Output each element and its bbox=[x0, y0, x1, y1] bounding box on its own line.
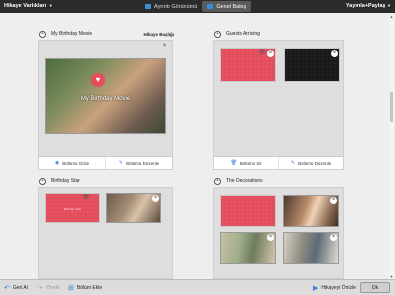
delete-chapter-label: Bölümü Sil bbox=[239, 160, 262, 166]
edit-chapter-label: Bölümü Düzenle bbox=[126, 160, 160, 166]
chapter-header: + The Decorations bbox=[214, 176, 345, 186]
add-icon[interactable]: + bbox=[214, 177, 221, 185]
media-thumbnail[interactable]: Birthday Star 👁 bbox=[45, 193, 100, 223]
media-thumbnail[interactable]: × bbox=[283, 232, 339, 264]
scroll-up-icon[interactable]: ▲ bbox=[389, 14, 394, 19]
add-chapter-label: Bölüm Ekle bbox=[76, 285, 103, 291]
tab-detail-view[interactable]: Ayrıntı Görünümü bbox=[140, 1, 202, 12]
play-icon: ▶ bbox=[313, 285, 319, 292]
chapter-header: + Birthday Star bbox=[39, 176, 174, 186]
chapter-header: + My Birthday Movie Hikaye Başlığı bbox=[39, 29, 174, 39]
ok-button[interactable]: Ok bbox=[360, 282, 390, 293]
pencil-icon: ✎ bbox=[118, 160, 124, 166]
chapter-card-guests-arriving: + Guests Arriving 👁 × × 🗑 Bölümü Sil ✎ B… bbox=[213, 30, 344, 170]
chapter-title: The Decorations bbox=[226, 178, 263, 184]
redo-label: Yinele bbox=[45, 285, 60, 291]
eye-icon: ◉ bbox=[54, 160, 60, 166]
delete-chapter-button[interactable]: 🗑 Bölümü Sil bbox=[214, 157, 279, 169]
undo-icon: ↶ bbox=[4, 285, 10, 292]
eye-icon[interactable]: 👁 bbox=[258, 50, 266, 56]
chapter-card-birthday-star: + Birthday Star Birthday Star 👁 × bbox=[38, 177, 173, 279]
story-assets-label: Hikaye Varlıkları bbox=[4, 3, 47, 9]
chapter-title: Birthday Star bbox=[51, 178, 80, 184]
chapter-actions: 🗑 Bölümü Sil ✎ Bölümü Düzenle bbox=[214, 156, 343, 169]
vertical-scrollbar[interactable]: ▲ ▼ bbox=[389, 14, 394, 279]
top-toolbar: Hikaye Varlıkları ▼ Ayrıntı Görünümü Gen… bbox=[0, 0, 395, 13]
heart-icon: ♥ bbox=[91, 73, 105, 87]
close-icon[interactable]: × bbox=[267, 234, 274, 241]
tab-overview-label: Genel Bakış bbox=[216, 3, 247, 10]
overview-icon bbox=[207, 4, 214, 9]
media-thumbnail[interactable]: 👁 × bbox=[220, 48, 276, 82]
add-icon[interactable]: + bbox=[39, 177, 46, 185]
story-title-label: Hikaye Başlığı bbox=[143, 31, 174, 37]
chapter-card-my-birthday-movie: + My Birthday Movie Hikaye Başlığı × ♥ M… bbox=[38, 30, 174, 170]
redo-button[interactable]: ↷ Yinele bbox=[37, 283, 60, 293]
chapter-header: + Guests Arriving bbox=[214, 29, 345, 39]
chapter-actions: ◉ Bölümü Gizle ✎ Bölümü Düzenle bbox=[39, 156, 172, 169]
close-icon[interactable]: × bbox=[152, 195, 159, 202]
preview-story-label: Hikayeyi Önizle bbox=[321, 285, 356, 291]
detail-view-icon bbox=[145, 4, 151, 9]
add-chapter-icon: ⊞ bbox=[68, 285, 74, 292]
edit-chapter-button[interactable]: ✎ Bölümü Düzenle bbox=[279, 157, 343, 169]
trash-icon: 🗑 bbox=[230, 160, 237, 166]
view-tabs: Ayrıntı Görünümü Genel Bakış bbox=[140, 1, 252, 12]
close-icon[interactable]: × bbox=[161, 43, 168, 50]
hide-chapter-label: Bölümü Gizle bbox=[62, 160, 90, 166]
tab-overview[interactable]: Genel Bakış bbox=[202, 1, 252, 12]
edit-chapter-label: Bölümü Düzenle bbox=[298, 160, 332, 166]
publish-share-label: Yayınla+Paylaş bbox=[345, 3, 386, 9]
tab-detail-view-label: Ayrıntı Görünümü bbox=[154, 3, 198, 10]
close-icon[interactable]: × bbox=[331, 50, 338, 57]
media-thumbnail[interactable] bbox=[220, 195, 276, 227]
chevron-down-icon: ▼ bbox=[387, 3, 391, 8]
redo-icon: ↷ bbox=[37, 285, 43, 292]
close-icon[interactable]: × bbox=[330, 234, 337, 241]
hide-chapter-button[interactable]: ◉ Bölümü Gizle bbox=[39, 157, 106, 169]
close-icon[interactable]: × bbox=[267, 50, 274, 57]
undo-button[interactable]: ↶ Geri Al bbox=[4, 283, 28, 293]
media-thumbnail[interactable]: × bbox=[284, 48, 340, 82]
photo-title-overlay: My Birthday Movie bbox=[80, 96, 131, 102]
chapter-title: Guests Arriving bbox=[226, 31, 260, 37]
add-icon[interactable]: + bbox=[214, 30, 221, 38]
undo-label: Geri Al bbox=[12, 285, 28, 291]
bottom-toolbar: ↶ Geri Al ↷ Yinele ⊞ Bölüm Ekle ▶ Hikaye… bbox=[0, 279, 395, 295]
edit-chapter-button[interactable]: ✎ Bölümü Düzenle bbox=[106, 157, 172, 169]
media-thumbnail[interactable]: × bbox=[283, 195, 339, 227]
scrollbar-thumb[interactable] bbox=[390, 92, 393, 122]
chapter-photo[interactable]: ♥ My Birthday Movie bbox=[45, 58, 166, 134]
media-thumbnail[interactable]: × bbox=[220, 232, 276, 264]
chapter-title: My Birthday Movie bbox=[51, 31, 93, 37]
add-icon[interactable]: + bbox=[39, 30, 46, 38]
preview-story-button[interactable]: ▶ Hikayeyi Önizle bbox=[313, 283, 356, 293]
thumbnail-label: Birthday Star bbox=[63, 206, 82, 211]
overview-canvas: + My Birthday Movie Hikaye Başlığı × ♥ M… bbox=[0, 13, 395, 279]
chapter-card-the-decorations: + The Decorations × × × bbox=[213, 177, 344, 279]
close-icon[interactable]: × bbox=[330, 197, 337, 204]
pencil-icon: ✎ bbox=[290, 160, 296, 166]
publish-share-menu[interactable]: Yayınla+Paylaş ▼ bbox=[346, 3, 391, 9]
story-assets-menu[interactable]: Hikaye Varlıkları ▼ bbox=[4, 3, 53, 9]
media-thumbnail[interactable]: × bbox=[106, 193, 161, 223]
chevron-down-icon: ▼ bbox=[48, 3, 53, 8]
add-chapter-button[interactable]: ⊞ Bölüm Ekle bbox=[68, 283, 102, 293]
eye-icon[interactable]: 👁 bbox=[82, 195, 90, 201]
